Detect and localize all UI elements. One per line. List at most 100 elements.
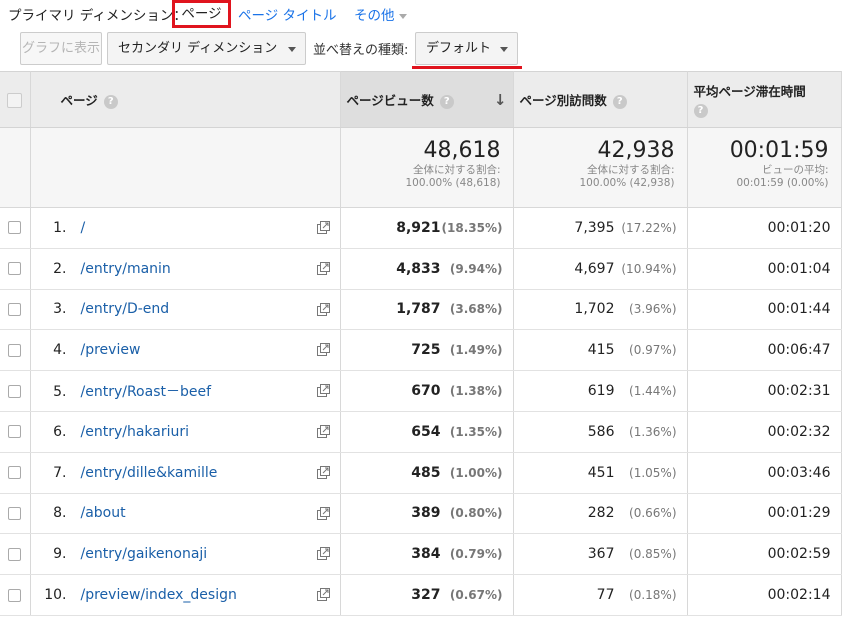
unique-pageviews-percent: (10.94%) xyxy=(621,261,677,276)
open-in-new-window-icon[interactable] xyxy=(316,588,330,602)
row-number: 8. xyxy=(53,505,67,522)
page-path-link[interactable]: / xyxy=(81,220,86,236)
page-path-link[interactable]: /entry/gaikenonaji xyxy=(81,546,208,562)
table-row: 7. /entry/dille&kamille 485 (1.00%) 451 (1.05… xyxy=(0,452,842,494)
row-checkbox-cell xyxy=(0,493,31,535)
table-row: 5. /entry/Roast－beef 670 (1.38%) 619 (1.44%) 0… xyxy=(0,370,842,412)
row-checkbox[interactable] xyxy=(8,384,22,398)
help-icon[interactable]: ? xyxy=(612,94,627,109)
row-checkbox[interactable] xyxy=(8,262,22,276)
open-in-new-window-icon[interactable] xyxy=(316,547,330,561)
unique-pageviews-value: 415 xyxy=(587,342,615,359)
pageviews-value: 654 xyxy=(411,423,441,440)
header-page[interactable]: ページ? xyxy=(30,71,341,128)
pageviews-cell: 485 (1.00%) xyxy=(340,452,514,494)
open-in-new-window-icon[interactable] xyxy=(316,261,330,275)
avg-time-value: 00:02:32 xyxy=(767,423,831,440)
summary-unique-pageviews: 42,938 全体に対する割合: 100.00% (42,938) xyxy=(513,127,688,208)
open-in-new-window-icon[interactable] xyxy=(316,424,330,438)
summary-avg-time-line2: 00:01:59 (0.00%) xyxy=(736,177,829,189)
unique-pageviews-cell: 586 (1.36%) xyxy=(513,411,688,453)
table-row: 8. /about 389 (0.80%) 282 (0.66%) 00:01:29 xyxy=(0,493,842,535)
page-path-link[interactable]: /about xyxy=(81,505,126,521)
select-all-checkbox[interactable] xyxy=(7,92,23,108)
page-path-link[interactable]: /preview xyxy=(81,342,141,358)
pageviews-value: 485 xyxy=(411,464,441,481)
pageviews-value: 670 xyxy=(411,383,441,400)
open-in-new-window-icon[interactable] xyxy=(316,302,330,316)
open-in-new-window-icon[interactable] xyxy=(316,465,330,479)
page-path-link[interactable]: /preview/index_design xyxy=(81,587,237,603)
pageviews-percent: (0.80%) xyxy=(449,506,503,521)
row-checkbox[interactable] xyxy=(8,302,22,316)
header-pageviews[interactable]: ページビュー数? ↓ xyxy=(340,71,514,128)
row-number: 4. xyxy=(53,342,67,359)
caret-down-icon xyxy=(500,47,508,52)
row-checkbox[interactable] xyxy=(8,221,22,235)
row-checkbox[interactable] xyxy=(8,466,22,480)
page-path-link[interactable]: /entry/Roast－beef xyxy=(81,384,212,400)
avg-time-cell: 00:02:31 xyxy=(687,370,842,412)
row-checkbox[interactable] xyxy=(8,588,22,602)
sort-down-arrow-icon: ↓ xyxy=(493,91,507,109)
pages-report-table: ページ? ページビュー数? ↓ ページ別訪問数? 平均ページ滞在時間 ? 48,… xyxy=(0,71,842,616)
dimension-other-dropdown[interactable]: その他 xyxy=(354,4,407,24)
header-unique-pageviews[interactable]: ページ別訪問数? xyxy=(513,71,688,128)
avg-time-cell: 00:02:32 xyxy=(687,411,842,453)
page-cell: 3. /entry/D-end xyxy=(30,289,341,331)
table-row: 6. /entry/hakariuri 654 (1.35%) 586 (1.36%) 00… xyxy=(0,411,842,453)
row-checkbox[interactable] xyxy=(8,547,22,561)
unique-pageviews-cell: 4,697 (10.94%) xyxy=(513,248,688,290)
sort-type-dropdown[interactable]: デフォルト xyxy=(415,32,518,65)
row-checkbox-cell xyxy=(0,370,31,412)
row-number: 9. xyxy=(53,546,67,563)
open-in-new-window-icon[interactable] xyxy=(316,506,330,520)
pageviews-cell: 389 (0.80%) xyxy=(340,493,514,535)
pageviews-percent: (0.67%) xyxy=(449,588,503,603)
page-path-link[interactable]: /entry/manin xyxy=(81,261,171,277)
pageviews-value: 4,833 xyxy=(396,260,441,277)
page-path-link[interactable]: /entry/dille&kamille xyxy=(81,465,218,481)
row-checkbox[interactable] xyxy=(8,343,22,357)
header-pageviews-label: ページビュー数 xyxy=(346,93,434,108)
dimension-page-active[interactable]: ページ xyxy=(172,0,231,28)
unique-pageviews-cell: 619 (1.44%) xyxy=(513,370,688,412)
help-icon[interactable]: ? xyxy=(693,104,708,118)
open-in-new-window-icon[interactable] xyxy=(316,343,330,357)
help-icon[interactable]: ? xyxy=(439,94,454,109)
open-in-new-window-icon[interactable] xyxy=(316,221,330,234)
caret-down-icon xyxy=(288,47,296,52)
pageviews-value: 725 xyxy=(411,342,441,359)
pageviews-percent: (1.38%) xyxy=(449,384,503,399)
help-icon[interactable]: ? xyxy=(103,94,118,109)
unique-pageviews-cell: 77 (0.18%) xyxy=(513,574,688,616)
plot-rows-button[interactable]: グラフに表示 xyxy=(20,32,102,65)
row-number: 1. xyxy=(53,219,67,236)
row-checkbox[interactable] xyxy=(8,425,22,439)
open-in-new-window-icon[interactable] xyxy=(316,384,330,398)
avg-time-value: 00:01:20 xyxy=(767,219,831,236)
pageviews-cell: 4,833 (9.94%) xyxy=(340,248,514,290)
row-checkbox[interactable] xyxy=(8,506,22,520)
unique-pageviews-value: 619 xyxy=(587,383,615,400)
page-path-link[interactable]: /entry/D-end xyxy=(81,301,170,317)
avg-time-value: 00:01:44 xyxy=(767,301,831,318)
unique-pageviews-percent: (0.97%) xyxy=(629,343,677,358)
avg-time-value: 00:06:47 xyxy=(767,342,831,359)
avg-time-value: 00:02:31 xyxy=(767,383,831,400)
secondary-dimension-dropdown[interactable]: セカンダリ ディメンション xyxy=(107,32,306,65)
dimension-page-title-link[interactable]: ページ タイトル xyxy=(238,4,337,24)
row-checkbox-cell xyxy=(0,533,31,576)
secondary-dimension-label: セカンダリ ディメンション xyxy=(118,41,278,56)
unique-pageviews-percent: (3.96%) xyxy=(629,302,677,317)
header-avg-time[interactable]: 平均ページ滞在時間 ? xyxy=(687,71,842,128)
unique-pageviews-cell: 415 (0.97%) xyxy=(513,329,688,372)
header-avg-time-label: 平均ページ滞在時間 xyxy=(693,84,806,99)
header-page-label: ページ xyxy=(60,93,98,108)
summary-pageviews-line2: 100.00% (48,618) xyxy=(405,177,501,189)
row-checkbox-cell xyxy=(0,289,31,331)
page-cell: 9. /entry/gaikenonaji xyxy=(30,533,341,576)
page-path-link[interactable]: /entry/hakariuri xyxy=(81,424,190,440)
page-cell: 6. /entry/hakariuri xyxy=(30,411,341,453)
pageviews-value: 8,921 xyxy=(396,219,441,236)
